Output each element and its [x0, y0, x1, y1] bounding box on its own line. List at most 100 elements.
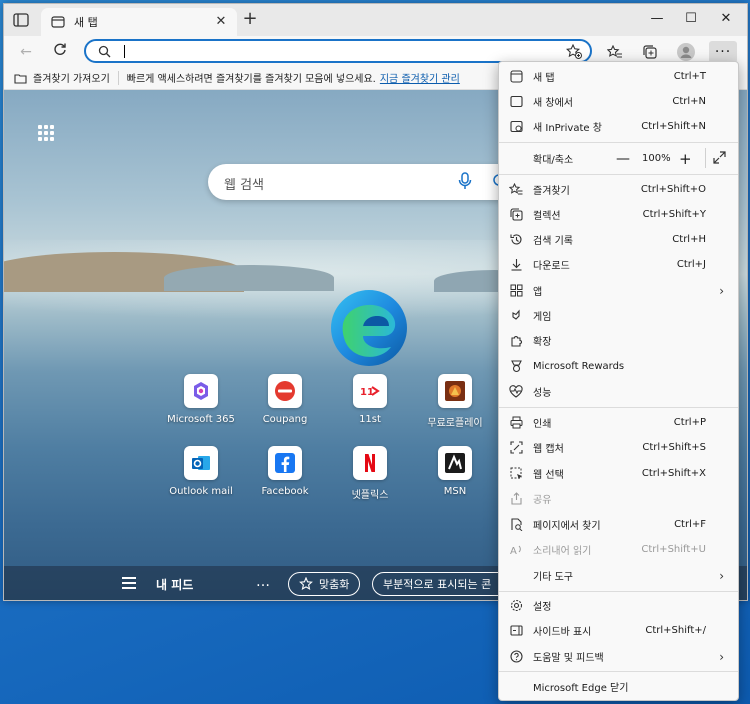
feed-title[interactable]: 내 피드	[156, 576, 193, 593]
avatar-icon	[677, 43, 695, 61]
address-bar[interactable]	[84, 39, 592, 63]
collections-toolbar-button[interactable]	[639, 41, 661, 63]
chevron-right-icon: ›	[719, 568, 724, 583]
zoom-in-button[interactable]: +	[679, 150, 692, 168]
menu-item-performance[interactable]: 성능	[499, 379, 738, 404]
close-tab-icon[interactable]: ✕	[213, 14, 229, 30]
menu-label: 인쇄	[533, 419, 552, 430]
tile-coupang[interactable]: Coupang	[245, 374, 325, 425]
import-favorites-button[interactable]: 즐겨찾기 가져오기	[33, 70, 110, 85]
menu-item-games[interactable]: 게임	[499, 303, 738, 328]
find-icon	[509, 517, 523, 531]
menu-item-find-on-page[interactable]: 페이지에서 찾기 Ctrl+F	[499, 512, 738, 537]
manage-favorites-link[interactable]: 지금 즐겨찾기 관리	[380, 70, 460, 85]
facebook-icon	[275, 453, 295, 473]
favbar-hint-text: 빠르게 액세스하려면 즐겨찾기를 즐겨찾기 모음에 넣으세요.	[126, 74, 376, 85]
menu-item-new-inprivate[interactable]: 새 InPrivate 창 Ctrl+Shift+N	[499, 114, 738, 139]
active-tab[interactable]: 새 탭 ✕	[41, 8, 237, 36]
tile-microsoft-365[interactable]: Microsoft 365	[161, 374, 241, 425]
feed-menu-icon[interactable]	[122, 577, 136, 589]
fullscreen-icon[interactable]	[713, 150, 726, 167]
menu-shortcut: Ctrl+H	[672, 234, 706, 245]
menu-item-more-tools[interactable]: 기타 도구 ›	[499, 563, 738, 588]
tile-label: Microsoft 365	[167, 414, 235, 425]
menu-item-apps[interactable]: 앱 ›	[499, 278, 738, 303]
tile-label: 11st	[359, 414, 381, 425]
back-button[interactable]: ←	[15, 41, 37, 63]
menu-item-favorites[interactable]: 즐겨찾기 Ctrl+Shift+O	[499, 177, 738, 202]
tile-label: Coupang	[262, 414, 308, 425]
menu-item-share[interactable]: 공유	[499, 486, 738, 511]
download-icon	[509, 257, 523, 271]
menu-item-new-window[interactable]: 새 창에서 Ctrl+N	[499, 89, 738, 114]
menu-shortcut: Ctrl+Shift+N	[641, 121, 706, 132]
menu-item-collections[interactable]: 컬렉션 Ctrl+Shift+Y	[499, 202, 738, 227]
tile-free-play[interactable]: 무료로플레이	[415, 374, 495, 429]
zoom-divider	[705, 148, 706, 168]
tile-netflix[interactable]: 넷플릭스	[330, 446, 410, 501]
menu-item-extensions[interactable]: 확장	[499, 328, 738, 353]
menu-item-web-capture[interactable]: 웹 캡처 Ctrl+Shift+S	[499, 435, 738, 460]
profile-button[interactable]	[675, 41, 697, 63]
favorites-icon	[509, 182, 523, 196]
tile-facebook[interactable]: Facebook	[245, 446, 325, 497]
svg-text:11: 11	[360, 387, 374, 398]
feed-more-button[interactable]: …	[256, 574, 270, 590]
tile-outlook-mail[interactable]: Outlook mail	[161, 446, 241, 497]
favbar-divider	[117, 70, 119, 85]
minimize-button[interactable]: —	[640, 4, 674, 36]
microphone-icon[interactable]	[458, 172, 472, 190]
menu-label: 컬렉션	[533, 211, 561, 222]
menu-item-history[interactable]: 검색 기록 Ctrl+H	[499, 227, 738, 252]
more-icon: ···	[714, 44, 732, 60]
menu-item-read-aloud[interactable]: A 소리내어 읽기 Ctrl+Shift+U	[499, 537, 738, 562]
content-visibility-button[interactable]: 부분적으로 표시되는 콘	[372, 572, 512, 596]
inprivate-icon	[509, 119, 523, 133]
tab-title: 새 탭	[74, 16, 98, 29]
menu-label: 새 탭	[533, 73, 555, 84]
app-launcher-icon[interactable]	[38, 125, 54, 141]
menu-label: 다운로드	[533, 261, 570, 272]
menu-item-web-select[interactable]: 웹 선택 Ctrl+Shift+X	[499, 461, 738, 486]
rewards-icon	[509, 359, 523, 373]
coupang-icon	[275, 381, 295, 401]
menu-item-rewards[interactable]: Microsoft Rewards	[499, 354, 738, 379]
settings-and-more-button[interactable]: ···	[709, 41, 737, 63]
games-icon	[509, 308, 523, 322]
menu-label: 앱	[533, 287, 543, 298]
menu-item-show-sidebar[interactable]: 사이드바 표시 Ctrl+Shift+/	[499, 618, 738, 643]
menu-shortcut: Ctrl+Shift+O	[640, 184, 706, 195]
sparkle-icon	[299, 577, 313, 590]
menu-item-print[interactable]: 인쇄 Ctrl+P	[499, 410, 738, 435]
text-caret	[124, 45, 125, 58]
menu-shortcut: Ctrl+Shift+X	[641, 468, 706, 479]
favorites-toolbar-button[interactable]	[604, 41, 626, 63]
apps-icon	[509, 283, 523, 297]
menu-label: 공유	[533, 495, 552, 506]
menu-divider	[499, 591, 738, 592]
tab-actions-button[interactable]	[12, 12, 32, 30]
menu-label: 새 창에서	[533, 98, 573, 109]
web-search-box[interactable]: 웹 검색	[208, 164, 518, 200]
refresh-button[interactable]	[49, 41, 71, 63]
new-tab-icon	[509, 69, 523, 83]
tile-msn[interactable]: MSN	[415, 446, 495, 497]
menu-item-new-tab[interactable]: 새 탭 Ctrl+T	[499, 64, 738, 89]
menu-label: 기타 도구	[533, 572, 573, 583]
menu-item-settings[interactable]: 설정	[499, 593, 738, 618]
personalize-button[interactable]: 맞춤화	[288, 572, 361, 596]
menu-item-close-edge[interactable]: Microsoft Edge 닫기	[499, 674, 738, 699]
zoom-value: 100%	[642, 153, 671, 164]
maximize-button[interactable]: ☐	[674, 4, 708, 36]
menu-item-help-feedback[interactable]: 도움말 및 피드백 ›	[499, 644, 738, 669]
menu-item-downloads[interactable]: 다운로드 Ctrl+J	[499, 252, 738, 277]
close-window-button[interactable]: ✕	[709, 4, 743, 36]
zoom-out-button[interactable]: —	[616, 151, 630, 167]
new-tab-button[interactable]: +	[240, 10, 260, 30]
tile-11st[interactable]: 11 11st	[330, 374, 410, 425]
tab-bar: 새 탭 ✕ + — ☐ ✕	[4, 4, 747, 36]
menu-label: 웹 선택	[533, 470, 564, 481]
add-favorite-icon[interactable]	[566, 44, 582, 59]
personalize-label: 맞춤화	[319, 578, 350, 591]
favorites-icon	[607, 44, 622, 57]
